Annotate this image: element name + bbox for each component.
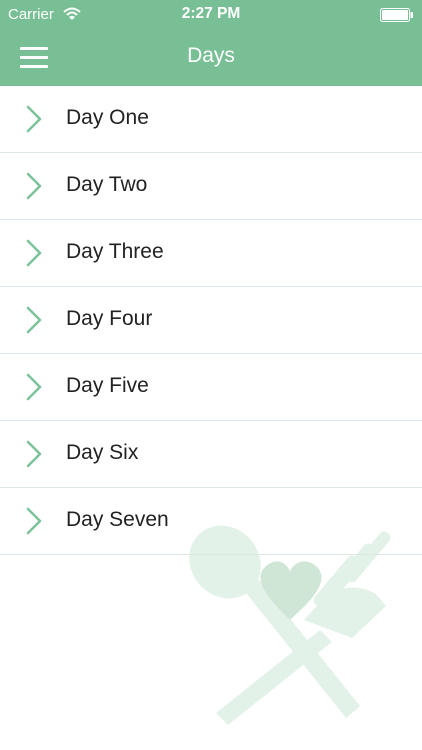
chevron-right-icon (26, 440, 42, 468)
chevron-right-icon (26, 105, 42, 133)
top-bar: Carrier 2:27 PM Days (0, 0, 422, 86)
list-item[interactable]: Day Three (0, 220, 422, 287)
chevron-right-icon (26, 373, 42, 401)
list-item[interactable]: Day Two (0, 153, 422, 220)
app-screen: Carrier 2:27 PM Days Day One Day Two Day… (0, 0, 422, 750)
chevron-right-icon (26, 239, 42, 267)
chevron-right-icon (26, 306, 42, 334)
status-bar: Carrier 2:27 PM (0, 0, 422, 30)
day-label: Day Three (66, 240, 164, 263)
chevron-right-icon (26, 172, 42, 200)
day-label: Day One (66, 106, 149, 129)
day-label: Day Two (66, 173, 148, 196)
day-label: Day Seven (66, 508, 169, 531)
list-item[interactable]: Day Five (0, 354, 422, 421)
list-item[interactable]: Day Seven (0, 488, 422, 555)
page-title: Days (187, 44, 235, 67)
day-label: Day Four (66, 307, 153, 330)
day-label: Day Five (66, 374, 149, 397)
list-item[interactable]: Day One (0, 86, 422, 153)
chevron-right-icon (26, 507, 42, 535)
days-list: Day One Day Two Day Three Day Four Day F… (0, 86, 422, 555)
day-label: Day Six (66, 441, 139, 464)
battery-icon (380, 8, 413, 22)
list-item[interactable]: Day Six (0, 421, 422, 488)
status-time: 2:27 PM (181, 5, 241, 22)
navigation-bar: Days (0, 30, 422, 86)
list-item[interactable]: Day Four (0, 287, 422, 354)
